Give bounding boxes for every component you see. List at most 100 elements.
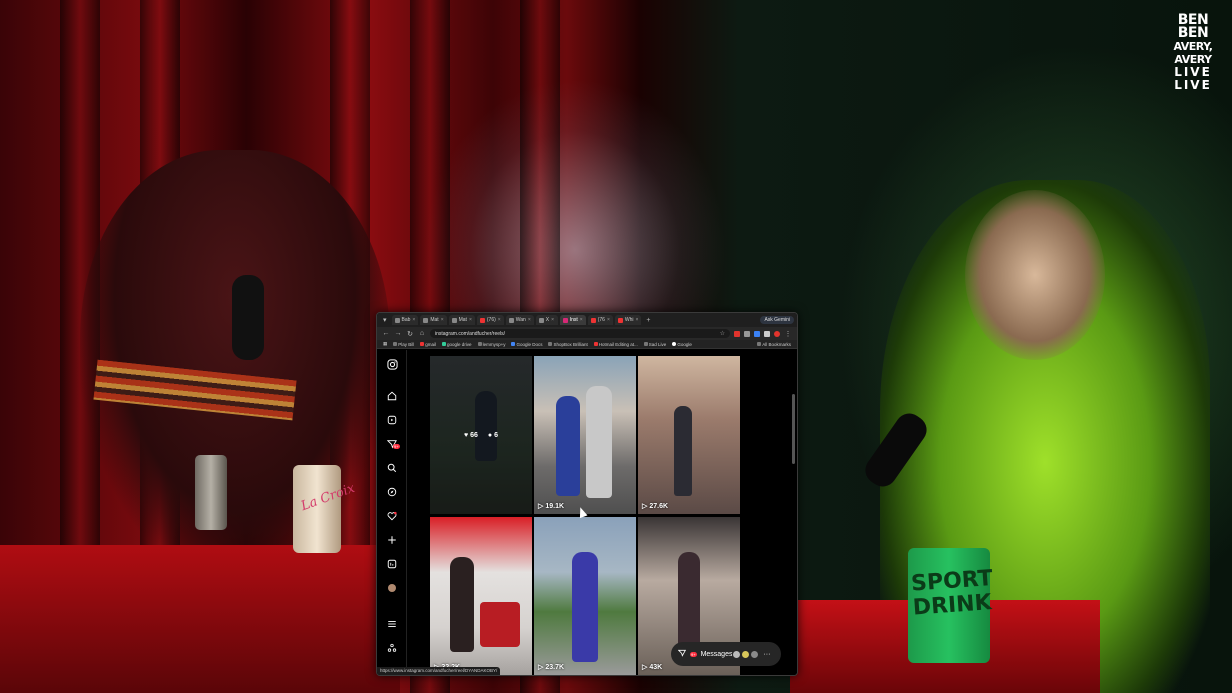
close-icon[interactable]: ×	[580, 317, 583, 323]
bookmark-label: ShopBox Brilliant	[553, 341, 588, 347]
browser-tab[interactable]: Mat ×	[448, 315, 475, 325]
can-left-small	[195, 455, 227, 530]
bookmark-item[interactable]: Sad Live	[643, 341, 667, 347]
instagram-sidebar: 9+	[377, 350, 407, 675]
browser-tab[interactable]: Whi ×	[614, 315, 642, 325]
reel-tile[interactable]: ♥ 66 ● 6	[430, 356, 532, 514]
browser-tab[interactable]: X ×	[535, 315, 558, 325]
page-scrollbar[interactable]	[792, 394, 795, 464]
tab-favicon-icon	[479, 317, 485, 323]
show-logo: BEN BEN AVERY, AVERY LIVE LIVE	[1162, 13, 1224, 92]
tab-label: (76	[597, 317, 605, 323]
browser-tab[interactable]: (76 ×	[587, 315, 613, 325]
bookmark-item[interactable]: gmail	[420, 342, 436, 347]
docs-icon	[511, 342, 516, 346]
like-count-value: 66	[470, 431, 478, 439]
search-icon[interactable]	[386, 462, 398, 474]
bookmark-item[interactable]: Hotmail Editing at...	[593, 342, 638, 347]
tab-label: (76)	[486, 317, 496, 323]
menu-icon[interactable]	[386, 618, 398, 630]
explore-icon[interactable]	[386, 486, 398, 498]
close-icon[interactable]: ×	[528, 317, 531, 323]
home-icon[interactable]: ⌂	[418, 330, 426, 337]
messages-button[interactable]: 9+ Messages ···	[671, 642, 781, 666]
close-icon[interactable]: ×	[469, 317, 472, 323]
browser-window: ▾ Bab × Mat × Mat × (76) × Wan × X × Inst × (76…	[376, 312, 798, 676]
close-icon[interactable]: ×	[412, 317, 415, 323]
reel-tile[interactable]: ▷ 19.1K	[534, 356, 636, 514]
reel-tile[interactable]: ▷32.2K	[430, 517, 532, 675]
extension-icon[interactable]	[744, 330, 750, 337]
create-icon[interactable]	[386, 534, 398, 546]
close-icon[interactable]: ×	[636, 317, 639, 323]
kebab-menu-icon[interactable]: ⋮	[784, 330, 792, 338]
notifications-icon[interactable]	[386, 510, 398, 522]
cup-label: SPORT DRINK	[910, 566, 994, 621]
close-icon[interactable]: ×	[441, 317, 444, 323]
meta-icon[interactable]	[386, 642, 398, 654]
comment-count: ● 6	[487, 431, 499, 439]
reel-tile[interactable]: ▷ 27.6K	[638, 356, 740, 514]
profile-avatar[interactable]	[774, 330, 780, 337]
tab-favicon-icon	[590, 317, 596, 323]
profile-avatar[interactable]	[386, 582, 398, 594]
new-tab-button[interactable]: +	[643, 317, 653, 324]
reel-hover-overlay: ♥ 66 ● 6	[430, 356, 532, 514]
bookmark-item[interactable]: Google	[672, 342, 692, 347]
browser-tab[interactable]: Mat ×	[420, 315, 447, 325]
dashboard-icon[interactable]	[386, 558, 398, 570]
show-logo-line3: LIVE LIVE	[1174, 65, 1212, 92]
tab-favicon-icon	[538, 317, 544, 323]
bookmark-item[interactable]: google drive	[442, 342, 472, 347]
tab-favicon-icon	[451, 317, 457, 323]
tab-bar: ▾ Bab × Mat × Mat × (76) × Wan × X × Inst × (76…	[377, 313, 797, 327]
browser-tab[interactable]: (76) ×	[476, 315, 504, 325]
bookmark-item[interactable]: Play Bill	[393, 342, 414, 347]
drive-icon	[442, 342, 447, 346]
close-icon[interactable]: ×	[551, 317, 554, 323]
avatar	[732, 649, 742, 659]
address-bar[interactable]: instagram.com/andfucher/reels/ ☆	[430, 329, 730, 338]
bookmark-label: Sad Live	[648, 341, 667, 347]
shopping-cart	[480, 602, 520, 647]
reel-figure	[556, 396, 580, 496]
bookmark-label: lemmysp+y	[482, 341, 506, 347]
view-count: ▷ 23.7K	[538, 663, 564, 672]
bookmark-item[interactable]: lemmysp+y	[477, 341, 506, 347]
reload-icon[interactable]: ↻	[406, 330, 414, 338]
reels-icon[interactable]	[386, 414, 398, 426]
browser-tab-active[interactable]: Inst ×	[559, 315, 586, 325]
tab-search-icon[interactable]: ▾	[380, 316, 390, 324]
extension-icon[interactable]	[734, 330, 740, 337]
google-icon	[672, 342, 677, 346]
tab-favicon-icon	[508, 317, 514, 323]
back-icon[interactable]: ←	[382, 330, 390, 337]
extension-icon[interactable]	[764, 330, 770, 337]
all-bookmarks-button[interactable]: All Bookmarks	[757, 342, 791, 347]
home-icon[interactable]	[386, 390, 398, 402]
browser-toolbar: ← → ↻ ⌂ instagram.com/andfucher/reels/ ☆…	[377, 327, 797, 340]
reel-tile[interactable]: ▷ 23.7K	[534, 517, 636, 675]
browser-tab[interactable]: Bab ×	[391, 315, 419, 325]
tab-label: Inst	[569, 317, 578, 323]
extension-icon[interactable]	[754, 330, 760, 337]
close-icon[interactable]: ×	[607, 317, 610, 323]
close-icon[interactable]: ×	[498, 317, 501, 323]
view-count-value: 43K	[649, 663, 663, 671]
forward-icon[interactable]: →	[394, 330, 402, 337]
bookmark-item[interactable]: Google Docs	[511, 342, 542, 347]
tab-label: Mat	[430, 317, 439, 323]
apps-icon[interactable]: ▦	[383, 341, 387, 347]
like-count: ♥ 66	[463, 431, 478, 439]
bookmark-item[interactable]: ShopBox Brilliant	[548, 341, 588, 347]
instagram-logo-icon[interactable]	[386, 358, 398, 370]
messages-label: Messages	[700, 650, 733, 658]
ask-gemini-button[interactable]: Ask Gemini	[760, 316, 794, 324]
bookmark-favicon-icon	[593, 342, 598, 346]
play-icon: ▷	[642, 503, 648, 510]
avatar	[741, 649, 751, 659]
host-right-head	[965, 190, 1105, 360]
tab-favicon-icon	[423, 317, 429, 323]
browser-tab[interactable]: Wan ×	[505, 315, 534, 325]
bookmark-star-icon[interactable]: ☆	[720, 330, 725, 337]
